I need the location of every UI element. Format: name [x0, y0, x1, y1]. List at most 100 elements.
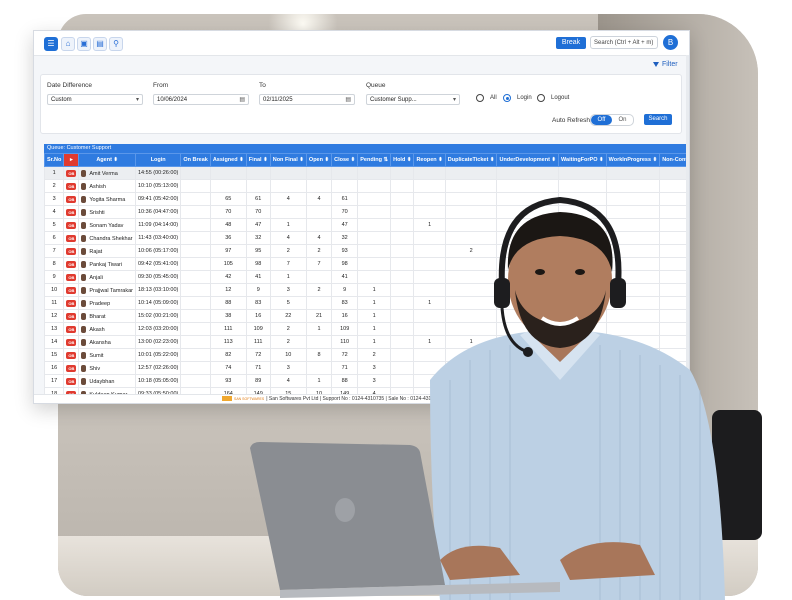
auto-refresh-toggle[interactable]: Off On — [590, 114, 634, 126]
column-header[interactable]: Login — [134, 153, 182, 167]
assigned-cell: 113 — [209, 335, 247, 349]
serial-cell: 2 — [44, 179, 65, 193]
on-break-badge-icon[interactable]: OB — [66, 260, 77, 268]
nonfinal-cell: 10 — [269, 348, 307, 362]
hold-cell — [390, 283, 415, 297]
column-header[interactable]: ▸ — [63, 153, 80, 167]
toggle-on[interactable]: On — [612, 115, 633, 125]
on-break-badge-icon[interactable]: OB — [66, 195, 77, 203]
table-row[interactable]: 17 OB Udaybhan 10:18 (05:05:00) 93 89 4 1 88 3 1 — [44, 374, 689, 388]
to-date-input[interactable]: 02/11/2025 ▤ — [259, 94, 355, 105]
scrollbar[interactable] — [686, 55, 689, 395]
column-header[interactable]: UnderDevelopment ⬍ — [496, 153, 560, 167]
table-row[interactable]: 5 OB Sonam Yadav 11:09 (04:14:00) 48 47 1 47 1 — [44, 218, 689, 232]
column-header[interactable]: On Break — [180, 153, 211, 167]
hold-cell — [390, 205, 415, 219]
radio-all[interactable] — [476, 94, 484, 102]
dup-cell — [444, 296, 498, 310]
on-break-badge-icon[interactable]: OB — [66, 351, 77, 359]
column-header[interactable]: Non Final ⬍ — [269, 153, 307, 167]
empty-cell — [558, 257, 607, 271]
table-row[interactable]: 13 OB Akash 12:03 (03:20:00) 111 109 2 1 109 1 — [44, 322, 689, 336]
reopen-cell: 1 — [413, 296, 446, 310]
on-break-badge-icon[interactable]: OB — [66, 208, 77, 216]
home-icon[interactable]: ⌂ — [61, 37, 75, 51]
column-header[interactable]: WaitingForPO ⬍ — [558, 153, 607, 167]
filter-button[interactable]: Filter — [653, 61, 678, 68]
on-break-badge-icon[interactable]: OB — [66, 182, 77, 190]
table-row[interactable]: 7 OB Rajat 10:06 (05:17:00) 97 95 2 2 93 2 — [44, 244, 689, 258]
from-date-input[interactable]: 10/06/2024 ▤ — [153, 94, 249, 105]
on-break-badge-icon[interactable]: OB — [66, 312, 77, 320]
table-row[interactable]: 16 OB Shiv 12:57 (02:26:00) 74 71 3 71 3 — [44, 361, 689, 375]
table-row[interactable]: 12 OB Bharat 15:02 (00:21:00) 38 16 22 21 16 1 — [44, 309, 689, 323]
column-header[interactable]: Hold ⬍ — [390, 153, 415, 167]
hold-cell — [390, 231, 415, 245]
footer: SAN SOFTWARES | San Softwares Pvt Ltd | S… — [34, 394, 689, 403]
on-break-badge-icon[interactable]: OB — [66, 338, 77, 346]
column-header[interactable]: Sr.No — [44, 153, 65, 167]
queue-select[interactable]: Customer Supp... ▾ — [366, 94, 460, 105]
search-icon[interactable]: ⚲ — [109, 37, 123, 51]
serial-cell: 9 — [44, 270, 65, 284]
on-break-badge-icon[interactable]: OB — [66, 169, 77, 177]
table-row[interactable]: 9 OB Anjali 09:30 (05:45:00) 42 41 1 41 — [44, 270, 689, 284]
column-header[interactable]: Pending ⇅ — [357, 153, 392, 167]
on-break-badge-icon[interactable]: OB — [66, 221, 77, 229]
agent-name: Akash — [89, 326, 105, 333]
calendar-icon[interactable]: ▣ — [77, 37, 91, 51]
open-cell — [305, 218, 333, 232]
column-header[interactable]: DuplicateTicket ⬍ — [444, 153, 498, 167]
avatar[interactable]: B — [663, 35, 678, 50]
on-break-badge-icon[interactable]: OB — [66, 299, 77, 307]
nonfinal-cell: 3 — [269, 283, 307, 297]
on-break-badge-icon[interactable]: OB — [66, 234, 77, 242]
table-row[interactable]: 11 OB Pradeep 10:14 (05:09:00) 88 83 5 83 1 1 — [44, 296, 689, 310]
column-header[interactable]: Agent ⬍ — [78, 153, 136, 167]
column-header[interactable]: Close ⬍ — [331, 153, 359, 167]
table-row[interactable]: 1 OB Amit Verma 14:55 (00:26:00) — [44, 166, 689, 180]
column-header[interactable]: Final ⬍ — [245, 153, 271, 167]
table-row[interactable]: 2 OB Ashish 10:10 (05:13:00) — [44, 179, 689, 193]
table-row[interactable]: 4 OB Srishti 10:36 (04:47:00) 70 70 70 — [44, 205, 689, 219]
search-input[interactable]: Search (Ctrl + Alt + m) — [590, 36, 658, 49]
on-break-badge-icon[interactable]: OB — [66, 273, 77, 281]
table-row[interactable]: 8 OB Pankaj Tiwari 09:42 (05:41:00) 105 98 7 7 9… — [44, 257, 689, 271]
empty-cell — [496, 335, 560, 349]
column-header[interactable]: Reopen ⬍ — [413, 153, 446, 167]
id-card-icon[interactable]: ▤ — [93, 37, 107, 51]
reopen-cell — [413, 309, 446, 323]
radio-login[interactable] — [503, 94, 511, 102]
empty-cell — [605, 244, 661, 258]
toggle-off[interactable]: Off — [591, 115, 612, 125]
radio-logout[interactable] — [537, 94, 545, 102]
table-row[interactable]: 15 OB Sumit 10:01 (05:22:00) 82 72 10 8 72 2 — [44, 348, 689, 362]
on-break-badge-icon[interactable]: OB — [66, 364, 77, 372]
reopen-cell — [413, 231, 446, 245]
on-break-badge-icon[interactable]: OB — [66, 286, 77, 294]
table-row[interactable]: 3 OB Yogita Sharma 09:41 (05:42:00) 65 61 4 4 61 — [44, 192, 689, 206]
hold-cell — [390, 257, 415, 271]
close-cell: 72 — [331, 348, 359, 362]
break-status-cell: OB — [63, 361, 80, 375]
serial-cell: 3 — [44, 192, 65, 206]
column-header[interactable]: Open ⬍ — [305, 153, 333, 167]
reopen-cell: 1 — [413, 218, 446, 232]
menu-icon[interactable]: ☰ — [44, 37, 58, 51]
queue-label: Queue — [366, 82, 386, 89]
agent-avatar — [81, 338, 87, 346]
column-header[interactable]: WorkInProgress ⬍ — [605, 153, 661, 167]
break-button[interactable]: Break — [556, 37, 586, 49]
search-button[interactable]: Search — [644, 114, 672, 125]
on-break-badge-icon[interactable]: OB — [66, 247, 77, 255]
date-difference-select[interactable]: Custom ▾ — [47, 94, 143, 105]
queue-title: Queue: Customer Support — [44, 144, 689, 153]
column-header[interactable]: Assigned ⬍ — [209, 153, 247, 167]
table-row[interactable]: 10 OB Prajjwal Tamrakar 18:13 (03:10:00) 12 9… — [44, 283, 689, 297]
table-row[interactable]: 14 OB Akansha 13:00 (02:23:00) 113 111 2 110 1 1 1 — [44, 335, 689, 349]
table-row[interactable]: 6 OB Chandra Shekhar 11:43 (03:40:00) 36 32 4 4… — [44, 231, 689, 245]
on-break-badge-icon[interactable]: OB — [66, 377, 77, 385]
on-break-badge-icon[interactable]: OB — [66, 325, 77, 333]
final-cell: 70 — [245, 205, 271, 219]
on-break-cell — [180, 283, 211, 297]
